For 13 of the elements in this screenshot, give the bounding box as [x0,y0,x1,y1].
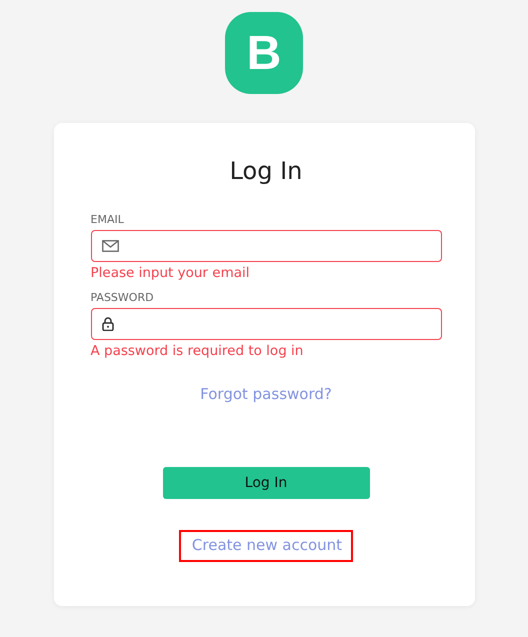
field-label: EMAIL [90,213,124,226]
logo: B [225,12,303,94]
page-title: Log In [230,157,302,185]
mail-icon [102,240,118,252]
login-button[interactable]: Log In [162,467,370,499]
error-message: Please input your email [90,265,250,281]
create-account-link[interactable]: Create new account [178,530,354,562]
field-label: PASSWORD [90,291,154,304]
lock-icon [102,317,114,331]
password-field[interactable] [90,308,442,340]
forgot-password-link[interactable]: Forgot password? [200,385,332,403]
email-field[interactable] [90,230,442,262]
error-message: A password is required to log in [90,343,304,359]
